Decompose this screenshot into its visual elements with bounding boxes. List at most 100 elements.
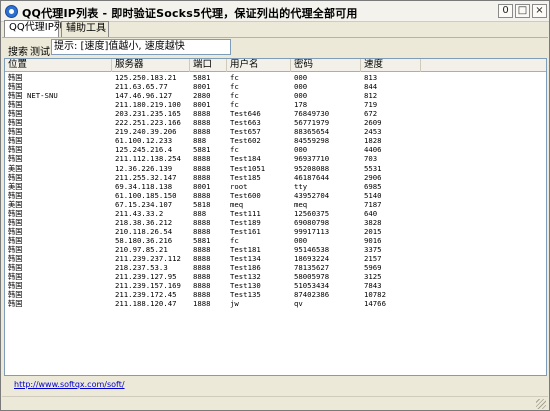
table-row[interactable]: 韩国 211.180.219.100 8001 fc 178 719 [5, 100, 546, 109]
table-row[interactable]: 韩国 211.239.172.45 8888 Test135 87402386 10782 [5, 290, 546, 299]
table-row[interactable]: 韩国 211.239.157.169 8888 Test130 51053434 7843 [5, 281, 546, 290]
cell-password: 58005978 [294, 272, 330, 282]
table-row[interactable]: 韩国 211.112.138.254 8888 Test184 96937710 703 [5, 154, 546, 163]
cell-port: 1888 [193, 299, 211, 309]
cell-location: 韩国 [8, 290, 23, 300]
tab-divider [2, 37, 548, 38]
resize-grip-icon[interactable] [536, 399, 546, 409]
window-title: QQ代理IP列表 - 即时验证Socks5代理，保证列出的代理全部可用 [22, 7, 358, 20]
cell-username: Test646 [230, 109, 261, 119]
cell-port: 888 [193, 208, 207, 218]
cell-port: 5881 [193, 235, 211, 245]
table-row[interactable]: 韩国 61.100.12.233 888 Test602 84559298 1828 [5, 136, 546, 145]
cell-server: 69.34.118.138 [115, 181, 173, 191]
website-link[interactable]: http://www.softqx.com/soft/ [14, 380, 125, 389]
table-row[interactable]: 韩国 203.231.235.165 8888 Test646 76849730 672 [5, 109, 546, 118]
cell-port: 8888 [193, 127, 211, 137]
cell-speed: 2609 [364, 118, 382, 128]
cell-password: 178 [294, 100, 308, 110]
cell-server: 203.231.235.165 [115, 109, 181, 119]
cell-password: meq [294, 199, 308, 209]
table-row[interactable]: 韩国 211.239.127.95 8888 Test132 58005978 3125 [5, 272, 546, 281]
table-row[interactable]: 韩国 211.255.32.147 8888 Test185 46187644 2906 [5, 173, 546, 182]
cell-speed: 640 [364, 208, 378, 218]
cell-server: 211.180.219.100 [115, 100, 181, 110]
cell-speed: 3375 [364, 244, 382, 254]
cell-username: Test184 [230, 154, 261, 164]
table-row[interactable]: 韩国 211.188.120.47 1888 jw qv 14766 [5, 299, 546, 308]
hint-field[interactable]: 提示: [速度]值越小, 速度越快 [51, 39, 231, 55]
column-header-server[interactable]: 服务器 [112, 59, 190, 72]
table-row[interactable]: 韩国 210.118.26.54 8888 Test161 99917113 2015 [5, 227, 546, 236]
cell-password: 76849730 [294, 109, 330, 119]
cell-location: 韩国 [8, 299, 23, 309]
proxy-table[interactable]: 位置 服务器 端口 用户名 密码 速度 韩国 125.250.183.21 5881… [4, 58, 547, 376]
table-row[interactable]: 韩国 218.38.36.212 8888 Test189 69080798 3828 [5, 218, 546, 227]
table-row[interactable]: 韩国 222.251.223.166 8888 Test663 56771979 2609 [5, 118, 546, 127]
table-row[interactable]: 韩国 219.240.39.206 8888 Test657 88365654 2453 [5, 127, 546, 136]
table-row[interactable]: 韩国 58.180.36.216 5881 fc 000 9016 [5, 236, 546, 245]
table-row[interactable]: 韩国 61.100.185.150 8888 Test600 43952704 5140 [5, 191, 546, 200]
table-row[interactable]: 美国 12.36.226.139 8888 Test1051 95208088 5531 [5, 164, 546, 173]
column-header-password[interactable]: 密码 [291, 59, 361, 72]
cell-server: 125.245.216.4 [115, 145, 173, 155]
table-row[interactable]: 韩国 125.245.216.4 5881 fc 000 4406 [5, 145, 546, 154]
table-row[interactable]: 韩国 NET-SNU 147.46.96.127 2880 fc 000 812 [5, 91, 546, 100]
cell-port: 8888 [193, 290, 211, 300]
cell-speed: 2906 [364, 172, 382, 182]
status-bar [2, 396, 548, 410]
app-icon [5, 5, 18, 18]
search-button[interactable]: 搜索 [8, 43, 28, 58]
cell-username: Test185 [230, 172, 261, 182]
table-row[interactable]: 美国 67.15.234.107 5818 meq meq 7187 [5, 200, 546, 209]
table-row[interactable]: 韩国 218.237.53.3 8888 Test186 78135627 5969 [5, 263, 546, 272]
cell-speed: 5140 [364, 190, 382, 200]
cell-password: 46187644 [294, 172, 330, 182]
table-row[interactable]: 韩国 210.97.85.21 8888 Test181 95146538 3375 [5, 245, 546, 254]
cell-port: 8888 [193, 190, 211, 200]
cell-speed: 812 [364, 91, 378, 101]
cell-server: 12.36.226.139 [115, 163, 173, 173]
cell-server: 211.63.65.77 [115, 82, 168, 92]
table-row[interactable]: 韩国 125.250.183.21 5881 fc 000 813 [5, 73, 546, 82]
cell-speed: 10782 [364, 290, 386, 300]
column-header-location[interactable]: 位置 [5, 59, 112, 72]
table-row[interactable]: 韩国 211.63.65.77 8001 fc 000 844 [5, 82, 546, 91]
table-row[interactable]: 韩国 211.239.237.112 8888 Test134 18693224 2157 [5, 254, 546, 263]
cell-username: fc [230, 91, 239, 101]
cell-speed: 813 [364, 73, 378, 82]
cell-speed: 4406 [364, 145, 382, 155]
cell-server: 67.15.234.107 [115, 199, 173, 209]
cell-port: 5818 [193, 199, 211, 209]
cell-location: 美国 [8, 199, 23, 209]
test-button[interactable]: 测试 [30, 43, 50, 58]
maximize-button[interactable]: □ [515, 4, 530, 18]
cell-location: 韩国 [8, 136, 23, 146]
column-header-speed[interactable]: 速度 [361, 59, 421, 72]
column-header-username[interactable]: 用户名 [227, 59, 291, 72]
cell-username: fc [230, 100, 239, 110]
cell-server: 125.250.183.21 [115, 73, 177, 82]
tab-tools[interactable]: 辅助工具 [61, 21, 109, 37]
cell-port: 5881 [193, 73, 211, 82]
cell-port: 8888 [193, 226, 211, 236]
cell-username: Test161 [230, 226, 261, 236]
cell-username: Test1051 [230, 163, 266, 173]
cell-server: 218.38.36.212 [115, 217, 173, 227]
title-bar[interactable]: QQ代理IP列表 - 即时验证Socks5代理，保证列出的代理全部可用 0 □ … [1, 1, 549, 22]
cell-speed: 2015 [364, 226, 382, 236]
cell-password: 69080798 [294, 217, 330, 227]
cell-speed: 3125 [364, 272, 382, 282]
minimize-button[interactable]: 0 [498, 4, 513, 18]
tab-proxy-list[interactable]: QQ代理IP列表 [4, 20, 74, 37]
cell-username: Test657 [230, 127, 261, 137]
column-header-port[interactable]: 端口 [190, 59, 227, 72]
table-row[interactable]: 美国 69.34.118.138 8001 root tty 6985 [5, 182, 546, 191]
close-button[interactable]: × [532, 4, 547, 18]
cell-location: 韩国 [8, 145, 23, 155]
cell-port: 8888 [193, 272, 211, 282]
cell-server: 218.237.53.3 [115, 263, 168, 273]
cell-location: 韩国 [8, 244, 23, 254]
cell-password: tty [294, 181, 308, 191]
table-row[interactable]: 韩国 211.43.33.2 888 Test111 12560375 640 [5, 209, 546, 218]
